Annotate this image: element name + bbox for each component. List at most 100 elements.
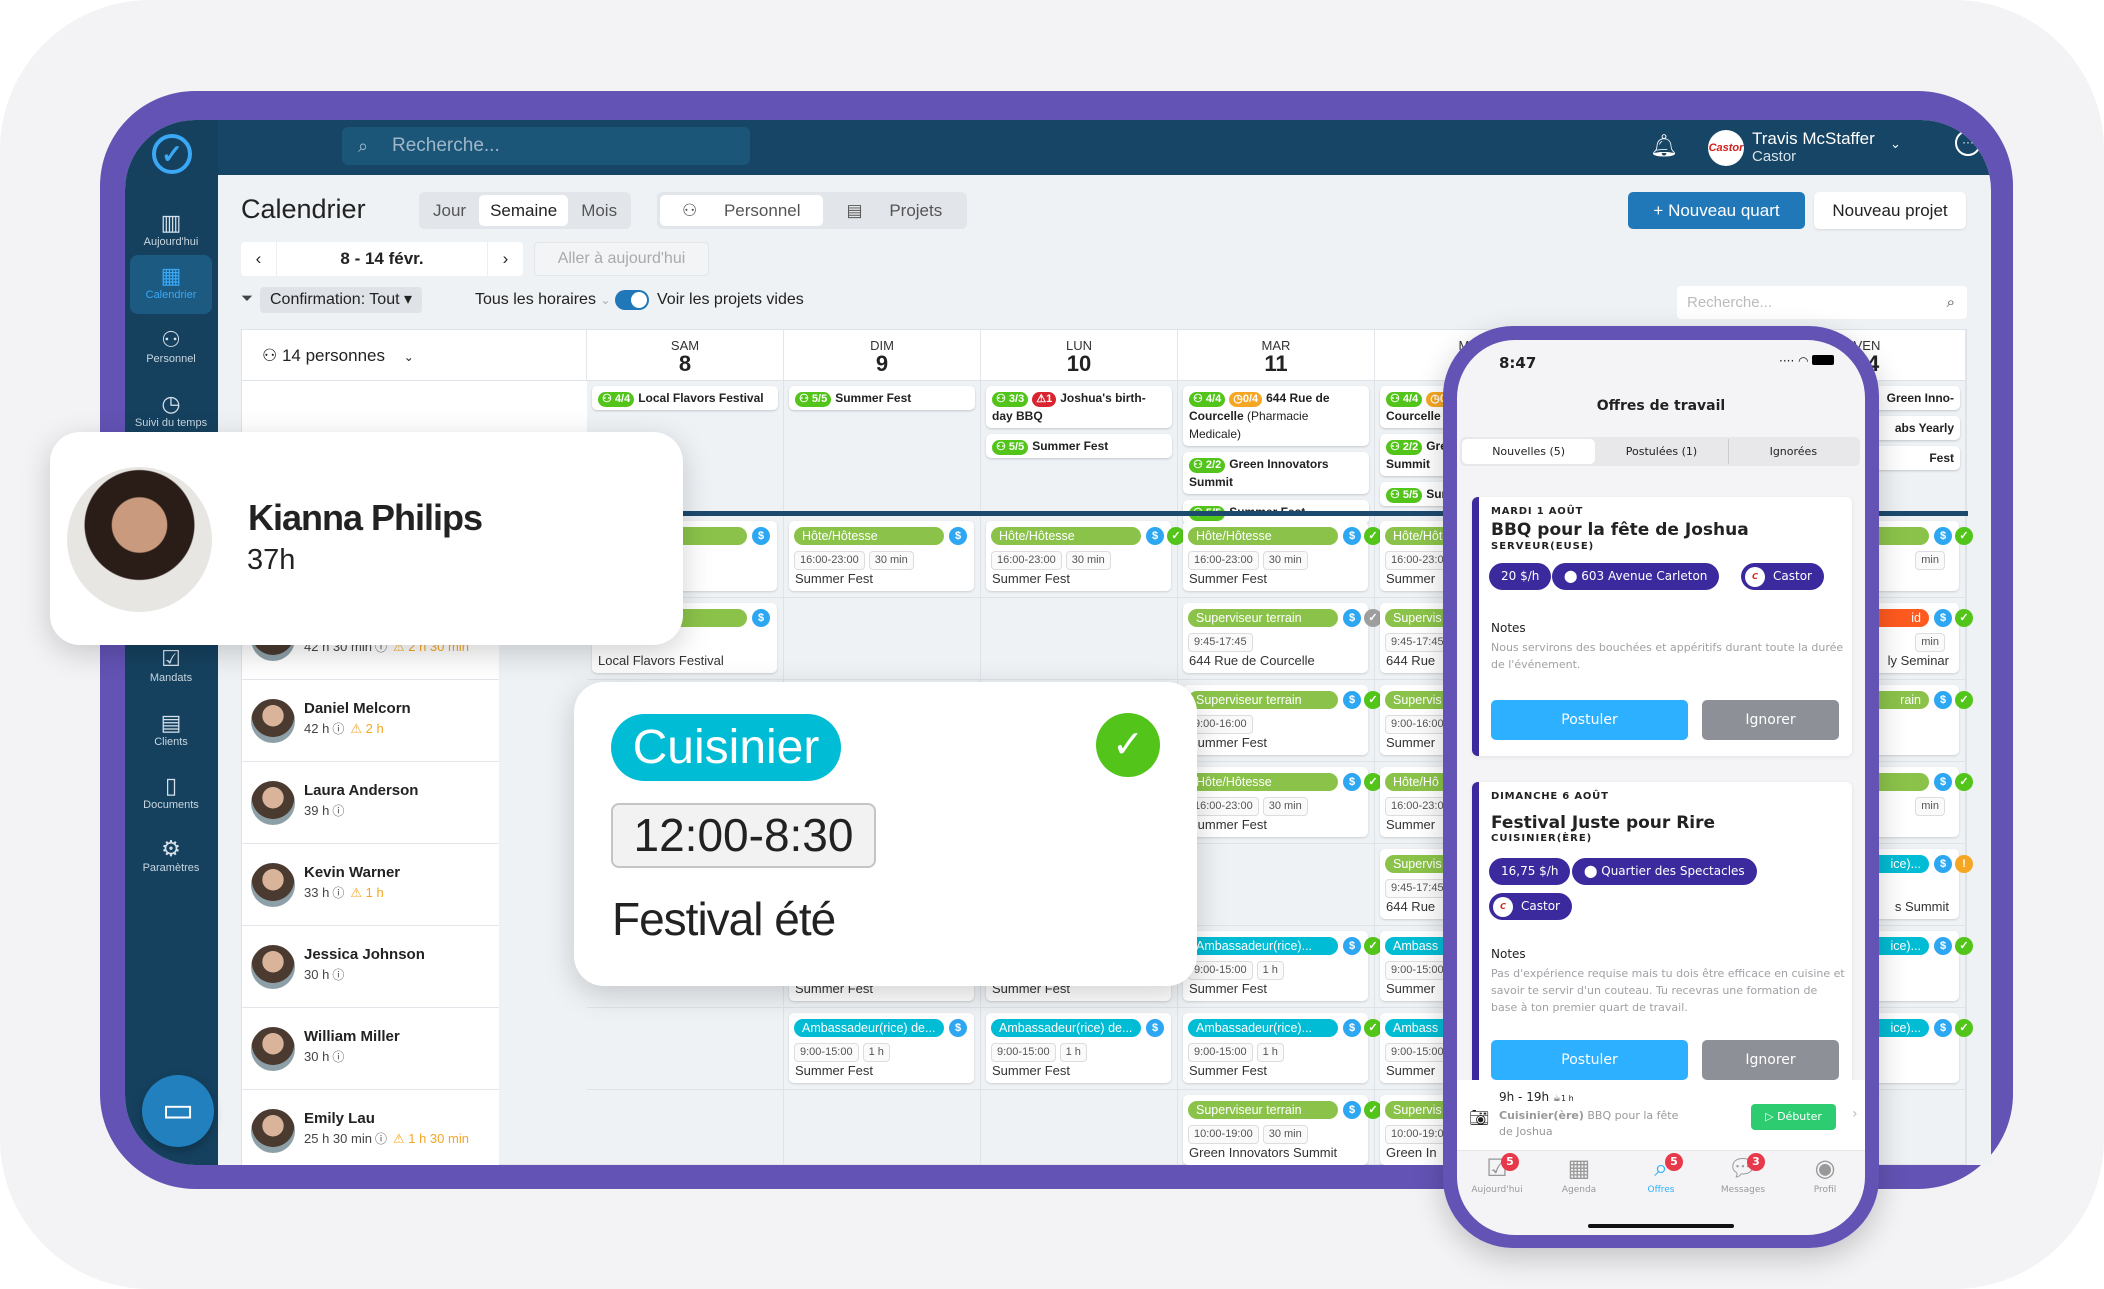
confirmation-check-icon: ✓	[1955, 609, 1973, 627]
new-project-button[interactable]: Nouveau projet	[1814, 192, 1966, 229]
shift-card[interactable]: Hôte/Hôtesse $ ✓ 16:00-23:00 30 min Summer Fe…	[1183, 521, 1382, 591]
person-row[interactable]: Laura Anderson 39 h ⓘ	[242, 762, 499, 844]
tab-new[interactable]: Nouvelles (5)	[1462, 439, 1596, 464]
project-card[interactable]: ⚇ 5/5Summer Fest	[986, 434, 1172, 458]
project-card[interactable]: ⚇ 2/2Green Innovators Summit	[1183, 452, 1369, 494]
person-row[interactable]: Daniel Melcorn 42 h ⓘ ⚠ 2 h	[242, 680, 499, 762]
pay-icon: $	[752, 609, 770, 627]
tab-ignored[interactable]: Ignorées	[1729, 439, 1858, 464]
person-row[interactable]: William Miller 30 h ⓘ	[242, 1008, 499, 1090]
info-icon[interactable]: ⓘ	[375, 1132, 387, 1146]
shift-card[interactable]: Ambassadeur(rice)... $ ✓ 9:00-15:00 1 h Summe…	[1183, 1013, 1382, 1083]
person-row[interactable]: Jessica Johnson 30 h ⓘ	[242, 926, 499, 1008]
pay-icon: $	[1934, 855, 1952, 873]
person-hours: 30 h ⓘ	[304, 966, 344, 983]
chevron-right-icon[interactable]: ›	[1852, 1106, 1858, 1122]
go-to-today-button[interactable]: Aller à aujourd'hui	[534, 242, 709, 276]
nav-tab-agenda[interactable]: ▦ Agenda	[1539, 1151, 1619, 1195]
apply-button[interactable]: Postuler	[1491, 700, 1688, 740]
camera-icon[interactable]: 📷︎	[1469, 1108, 1489, 1127]
gear-icon: ⚙	[161, 836, 181, 861]
pay-icon: $	[1934, 609, 1952, 627]
notes-label: Notes	[1491, 621, 1526, 635]
shift-card[interactable]: Hôte/Hôtesse $ ✓ 16:00-23:00 30 min Summer Fe…	[986, 521, 1185, 591]
view-week[interactable]: Semaine	[479, 195, 569, 226]
chip-text: Quartier des Spectacles	[1601, 864, 1745, 878]
person-row[interactable]: Emily Lau 25 h 30 min ⓘ ⚠ 1 h 30 min	[242, 1090, 499, 1165]
shift-chips: 16:00-23:00 30 min	[991, 550, 1115, 570]
alert-count: 0/4	[1242, 393, 1259, 405]
shift-card[interactable]: Superviseur terrain $ ✓ 9:45-17:45 644 Rue d…	[1183, 603, 1382, 673]
sidebar-item-clients[interactable]: ▤ Clients	[130, 710, 212, 748]
view-day[interactable]: Jour	[422, 195, 477, 226]
confirmation-filter[interactable]: Confirmation: Tout ▾	[260, 287, 423, 313]
shift-detail-card[interactable]: Cuisinier ✓ 12:00-8:30 Festival été	[574, 682, 1197, 986]
shift-card[interactable]: Ambassadeur(rice) de... $9:00-15:00 1 h Sum…	[789, 1013, 974, 1083]
sidebar-item-staff[interactable]: ⚇ Personnel	[130, 327, 212, 365]
new-shift-button[interactable]: + Nouveau quart	[1628, 192, 1805, 229]
nav-tab-aujourdhui[interactable]: ☑ 5 Aujourd'hui	[1457, 1151, 1537, 1195]
user-menu[interactable]: Castor Travis McStaffer Castor ⌄	[1708, 128, 1948, 168]
view-month[interactable]: Mois	[570, 195, 628, 226]
time-chip: 9:00-15:00	[1385, 961, 1450, 980]
job-offer-card: MARDI 1 AOÛT BBQ pour la fête de Joshua …	[1472, 497, 1852, 756]
shift-card[interactable]: Ambassadeur(rice)... $ ✓ 9:00-15:00 1 h Summe…	[1183, 931, 1382, 1001]
info-icon[interactable]: ⓘ	[332, 722, 344, 736]
sidebar-item-mandates[interactable]: ☑ Mandats	[130, 646, 212, 684]
pay-icon: $	[1934, 691, 1952, 709]
screen-title: Offres de travail	[1596, 398, 1726, 414]
project-card[interactable]: ⚇ 3/3 ⚠1 Joshua's birth-day BBQ	[986, 386, 1172, 428]
shift-chips: 16:00-23:00 30 min	[794, 550, 918, 570]
global-search-input[interactable]: ⌕ Recherche...	[342, 127, 750, 165]
info-icon[interactable]: ⓘ	[332, 1050, 344, 1064]
current-shift-bar[interactable]: 📷︎ 9h - 19h ☕︎1 h Cuisinier(ère) BBQ pou…	[1457, 1080, 1865, 1151]
play-icon: ▷	[1765, 1110, 1778, 1123]
next-week-button[interactable]: ›	[487, 242, 523, 276]
shift-location: Green Innovators Summit	[1189, 1145, 1338, 1160]
shift-card[interactable]: Superviseur terrain $ ✓ 10:00-19:00 30 min Gr…	[1183, 1095, 1382, 1165]
shift-card[interactable]: Ambassadeur(rice) de... $9:00-15:00 1 h Sum…	[986, 1013, 1171, 1083]
ignore-button[interactable]: Ignorer	[1702, 1040, 1839, 1080]
project-card[interactable]: ⚇ 4/4 ◷0/4 644 Rue de Courcelle (Pharmacie…	[1183, 386, 1369, 446]
staff-count: 4/4	[614, 393, 631, 405]
sidebar-item-today[interactable]: ▥ Aujourd'hui	[130, 210, 212, 248]
calendar-icon: ▦	[160, 263, 182, 288]
person-row[interactable]: Kevin Warner 33 h ⓘ ⚠ 1 h	[242, 844, 499, 926]
staff-count: 5/5	[811, 393, 828, 405]
nav-tab-offres[interactable]: ⌕ 5 Offres	[1621, 1151, 1701, 1195]
person-name: Emily Lau	[304, 1110, 375, 1127]
sidebar-item-time-tracking[interactable]: ◷ Suivi du temps	[130, 391, 212, 429]
calendar-search-input[interactable]: Recherche... ⌕	[1677, 286, 1967, 319]
schedule-filter[interactable]: Tous les horaires ⌄	[475, 287, 610, 313]
empty-projects-toggle[interactable]	[615, 290, 649, 310]
messages-icon[interactable]: ···	[1955, 130, 1981, 156]
info-icon[interactable]: ⓘ	[332, 804, 344, 818]
project-card[interactable]: ⚇ 5/5Summer Fest	[789, 386, 975, 410]
start-shift-button[interactable]: ▷ Débuter	[1751, 1104, 1836, 1130]
alert-count: 1	[1046, 393, 1053, 405]
apply-button[interactable]: Postuler	[1491, 1040, 1688, 1080]
chat-support-button[interactable]: ▭	[142, 1075, 214, 1147]
sidebar-item-calendar[interactable]: ▦ Calendrier	[130, 255, 212, 314]
tab-applied[interactable]: Postulées (1)	[1595, 439, 1729, 464]
staff-profile-card[interactable]: Kianna Philips 37h	[50, 432, 683, 645]
nav-tab-profil[interactable]: ◉ Profil	[1785, 1151, 1865, 1195]
ignore-button[interactable]: Ignorer	[1702, 700, 1839, 740]
shift-card[interactable]: Hôte/Hôtesse $ ✓ 16:00-23:00 30 min Summer Fe…	[1183, 767, 1382, 837]
bell-icon[interactable]: 🔔︎	[1650, 133, 1678, 159]
avatar	[67, 467, 212, 612]
shift-location: 644 Rue de Courcelle	[1189, 653, 1315, 668]
nav-tab-messages[interactable]: 💬︎ 3 Messages	[1703, 1151, 1783, 1195]
time-chip: 9:45-17:45	[1385, 879, 1450, 898]
info-icon[interactable]: ⓘ	[332, 886, 344, 900]
prev-week-button[interactable]: ‹	[241, 242, 277, 276]
people-count-dropdown[interactable]: ⚇ 14 personnes ⌄	[242, 330, 587, 381]
shift-card[interactable]: Hôte/Hôtesse $16:00-23:00 30 min Summer Fes…	[789, 521, 974, 591]
mode-projects[interactable]: ▤ Projets	[825, 195, 965, 226]
sidebar-item-settings[interactable]: ⚙ Paramètres	[130, 836, 212, 874]
info-icon[interactable]: ⓘ	[332, 968, 344, 982]
shift-card[interactable]: Superviseur terrain $ ✓ 9:00-16:00 Summer Fe…	[1183, 685, 1382, 755]
mode-staff[interactable]: ⚇ Personnel	[660, 195, 823, 226]
project-card[interactable]: ⚇ 4/4 Local Flavors Festival	[592, 386, 778, 410]
sidebar-item-documents[interactable]: ▯ Documents	[130, 773, 212, 811]
